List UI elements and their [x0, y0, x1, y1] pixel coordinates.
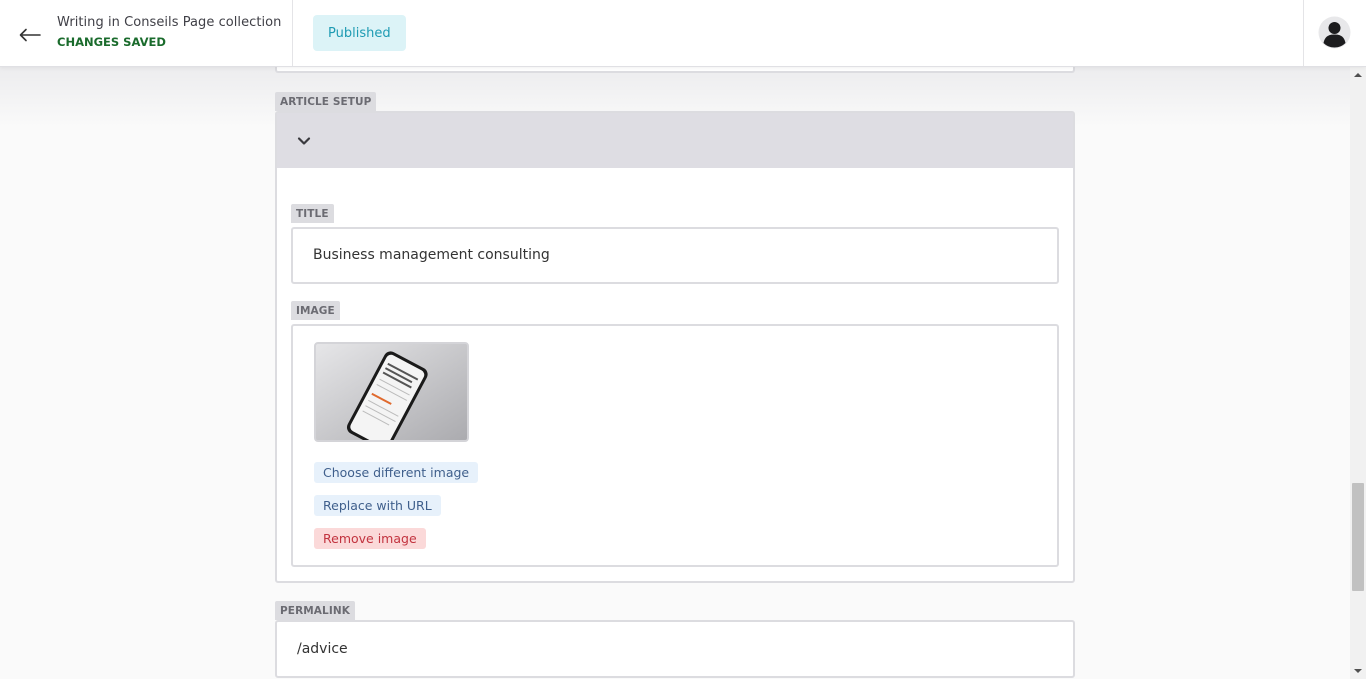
vertical-scrollbar[interactable]: [1350, 67, 1366, 679]
title-field-label: TITLE: [291, 204, 334, 223]
image-field: Choose different image Replace with URL …: [291, 324, 1059, 567]
permalink-label: PERMALINK: [275, 601, 355, 620]
scrollbar-thumb[interactable]: [1352, 483, 1364, 591]
back-button[interactable]: [14, 22, 46, 48]
title-block: Writing in Conseils Page collection CHAN…: [57, 15, 281, 49]
header-divider: [292, 0, 293, 66]
choose-different-image-button[interactable]: Choose different image: [314, 462, 479, 483]
title-input[interactable]: Business management consulting: [291, 227, 1059, 284]
remove-image-button[interactable]: Remove image: [314, 528, 426, 549]
content-area: ARTICLE SETUP TITLE Business management …: [0, 67, 1350, 679]
image-thumbnail[interactable]: [314, 342, 469, 442]
phone-article-thumbnail: [316, 344, 467, 440]
user-avatar-icon[interactable]: [1318, 16, 1351, 49]
permalink-value: /advice: [297, 641, 348, 657]
save-status: CHANGES SAVED: [57, 35, 166, 49]
arrow-left-icon: [19, 28, 41, 42]
article-setup-toggle[interactable]: [277, 113, 1073, 168]
article-setup-label: ARTICLE SETUP: [275, 92, 377, 111]
scroll-up-icon[interactable]: [1350, 68, 1366, 82]
scroll-down-icon[interactable]: [1350, 664, 1366, 678]
title-input-value: Business management consulting: [313, 247, 550, 263]
replace-with-url-button[interactable]: Replace with URL: [314, 495, 441, 516]
image-field-label: IMAGE: [291, 301, 340, 320]
document-title: Writing in Conseils Page collection: [57, 15, 282, 30]
chevron-down-icon: [297, 136, 311, 145]
top-bar: Writing in Conseils Page collection CHAN…: [0, 0, 1366, 67]
permalink-input[interactable]: /advice: [275, 620, 1075, 678]
header-divider: [1303, 0, 1304, 66]
publish-status-button[interactable]: Published: [313, 15, 406, 51]
previous-field-box: [275, 67, 1075, 73]
article-setup-group: TITLE Business management consulting IMA…: [275, 111, 1075, 583]
